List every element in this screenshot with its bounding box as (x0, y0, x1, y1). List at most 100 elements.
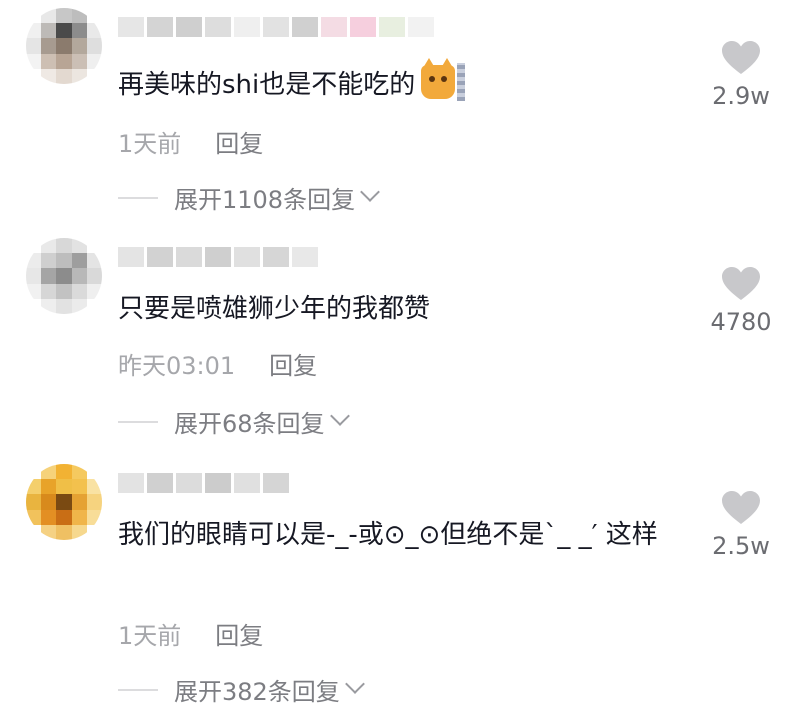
username-pixel (147, 247, 173, 267)
username-blurred[interactable] (118, 472, 289, 494)
avatar-pixel (71, 298, 87, 314)
avatar-pixel (86, 53, 102, 69)
expand-replies-button[interactable]: 展开382条回复 (118, 672, 365, 707)
like-count: 2.5w (712, 532, 770, 560)
reply-button[interactable]: 回复 (215, 616, 263, 651)
comment-text-content: 只要是喷雄狮少年的我都赞 (118, 294, 431, 324)
avatar-pixel (41, 53, 57, 69)
username-pixel (379, 17, 405, 37)
avatar-pixel (26, 268, 42, 284)
avatar-pixel (86, 38, 102, 54)
like-button[interactable]: 4780 (704, 266, 778, 336)
comment-time: 昨天03:01 (118, 352, 236, 380)
avatar-pixel (56, 494, 72, 510)
reply-button[interactable]: 回复 (269, 346, 317, 381)
divider-dash (118, 196, 158, 199)
comment-text-content: 我们的眼睛可以是-_-或⊙_⊙但绝不是`_ _′ 这样 (118, 520, 658, 550)
avatar-pixel (71, 479, 87, 495)
avatar-pixel (71, 268, 87, 284)
avatar[interactable] (26, 8, 102, 84)
avatar-pixel (41, 268, 57, 284)
username-pixel (118, 247, 144, 267)
avatar-pixel (26, 68, 42, 84)
avatar-pixel (41, 494, 57, 510)
username-blurred[interactable] (118, 16, 434, 38)
username-pixel (350, 17, 376, 37)
like-button[interactable]: 2.5w (704, 490, 778, 560)
avatar-pixel (26, 509, 42, 525)
username-pixel (234, 17, 260, 37)
like-count: 2.9w (712, 82, 770, 110)
avatar-pixel (26, 479, 42, 495)
avatar-pixel (86, 253, 102, 269)
avatar-pixel (56, 283, 72, 299)
avatar-pixel (26, 253, 42, 269)
avatar-pixel (26, 238, 42, 254)
reply-button[interactable]: 回复 (215, 124, 263, 159)
expand-replies-button[interactable]: 展开68条回复 (118, 404, 350, 439)
avatar-pixel (41, 253, 57, 269)
avatar-pixel (41, 23, 57, 39)
like-button[interactable]: 2.9w (704, 40, 778, 110)
divider-dash (118, 420, 158, 423)
comment-meta: 1天前 回复 (118, 616, 263, 651)
comment-text: 我们的眼睛可以是-_-或⊙_⊙但绝不是`_ _′ 这样 (118, 514, 658, 556)
avatar-pixel (71, 238, 87, 254)
avatar-pixel (71, 23, 87, 39)
avatar-pixel (26, 298, 42, 314)
comment-text-content: 再美味的shi也是不能吃的 (118, 70, 416, 100)
avatar-pixel (41, 8, 57, 24)
avatar-pixel (26, 53, 42, 69)
expand-replies-label: 展开1108条回复 (174, 186, 356, 214)
expand-replies-button[interactable]: 展开1108条回复 (118, 180, 380, 215)
avatar-pixel (26, 464, 42, 480)
username-pixel (292, 17, 318, 37)
chevron-down-icon (360, 181, 380, 202)
username-pixel (118, 473, 144, 493)
heart-icon (722, 41, 760, 74)
avatar-pixel (26, 8, 42, 24)
avatar-pixel (71, 283, 87, 299)
avatar-pixel (56, 268, 72, 284)
avatar-pixel (71, 253, 87, 269)
avatar-pixel (71, 38, 87, 54)
avatar-pixel (86, 23, 102, 39)
avatar-pixel (41, 464, 57, 480)
avatar-pixel (26, 283, 42, 299)
comment-meta: 昨天03:01 回复 (118, 346, 317, 381)
avatar-pixel (41, 238, 57, 254)
avatar-pixel (41, 283, 57, 299)
chevron-down-icon (329, 405, 350, 426)
username-pixel (321, 17, 347, 37)
avatar-pixel (26, 38, 42, 54)
heart-icon (722, 267, 760, 300)
avatar-pixel (56, 524, 72, 540)
chevron-down-icon (344, 673, 365, 694)
username-pixel (263, 17, 289, 37)
avatar-pixel (86, 509, 102, 525)
username-blurred[interactable] (118, 246, 318, 268)
avatar[interactable] (26, 238, 102, 314)
comment-text: 再美味的shi也是不能吃的 (118, 58, 658, 106)
avatar-pixel (56, 238, 72, 254)
username-pixel (292, 247, 318, 267)
avatar-pixel (56, 38, 72, 54)
username-pixel (176, 473, 202, 493)
username-pixel (234, 247, 260, 267)
avatar-pixel (86, 238, 102, 254)
avatar-pixel (86, 283, 102, 299)
avatar-pixel (86, 479, 102, 495)
avatar-pixel (86, 268, 102, 284)
username-pixel (263, 247, 289, 267)
like-count: 4780 (710, 308, 772, 336)
comment-meta: 1天前 回复 (118, 124, 263, 159)
avatar-pixel (56, 23, 72, 39)
avatar-pixel (41, 509, 57, 525)
avatar[interactable] (26, 464, 102, 540)
avatar-pixel (26, 494, 42, 510)
avatar-pixel (86, 68, 102, 84)
avatar-pixel (41, 68, 57, 84)
comment-text: 只要是喷雄狮少年的我都赞 (118, 288, 658, 330)
avatar-pixel (71, 494, 87, 510)
expand-replies-label: 展开68条回复 (174, 410, 325, 438)
